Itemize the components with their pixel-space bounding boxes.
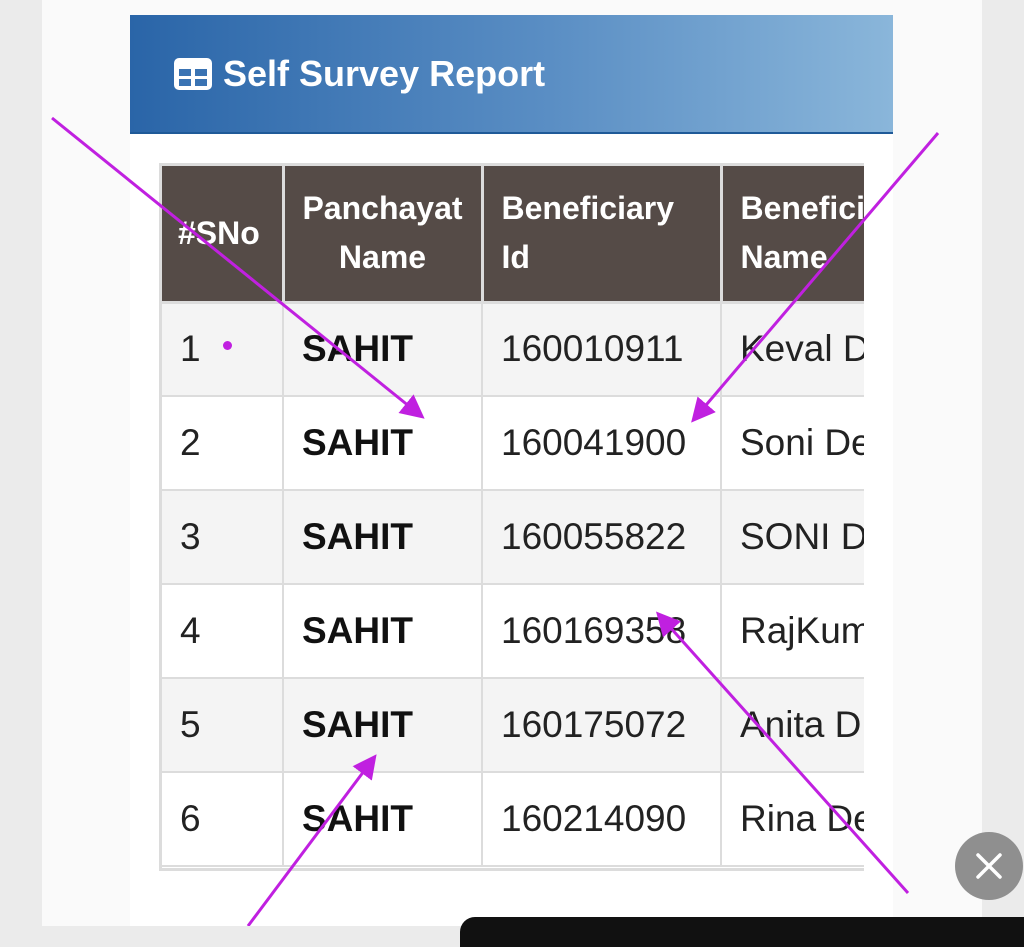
- table-row: 2 SAHIT 160041900 Soni De: [162, 396, 864, 491]
- close-button[interactable]: [955, 832, 1023, 900]
- report-title: Self Survey Report: [223, 53, 546, 94]
- sno-cell: 4: [162, 584, 284, 679]
- bottom-toast-bar: [460, 917, 1024, 947]
- panchayat-cell: SAHIT: [283, 490, 483, 585]
- sno-cell: 6: [162, 772, 284, 867]
- beneficiary-id-cell: 160055822: [482, 490, 722, 585]
- report-header: Self Survey Report: [130, 15, 893, 134]
- beneficiary-id-cell: 160010911: [482, 302, 722, 397]
- annotation-dot: [222, 340, 232, 350]
- panchayat-cell: SAHIT: [283, 302, 483, 397]
- beneficiary-id-cell: 160169358: [482, 584, 722, 679]
- survey-table: #SNo Panchayat Name Beneficiary Id Benef…: [162, 166, 864, 867]
- beneficiary-name-cell: RajKum: [721, 584, 864, 679]
- beneficiary-name-cell: Keval D: [721, 302, 864, 397]
- table-header-row: #SNo Panchayat Name Beneficiary Id Benef…: [162, 166, 864, 304]
- beneficiary-name-cell: Soni De: [721, 396, 864, 491]
- beneficiary-name-cell: Anita D: [721, 678, 864, 773]
- panchayat-cell: SAHIT: [283, 772, 483, 867]
- sno-cell: 1: [162, 302, 284, 397]
- sno-value: 1: [180, 328, 201, 370]
- beneficiary-name-cell: SONI D: [721, 490, 864, 585]
- beneficiary-id-cell: 160214090: [482, 772, 722, 867]
- panchayat-cell: SAHIT: [283, 396, 483, 491]
- close-icon: [976, 853, 1002, 879]
- report-panel: Self Survey Report #SNo Panchayat Name B…: [130, 15, 893, 926]
- sno-cell: 2: [162, 396, 284, 491]
- sno-cell: 3: [162, 490, 284, 585]
- column-header-panchayat-name[interactable]: Panchayat Name: [283, 166, 484, 304]
- column-header-sno[interactable]: #SNo: [162, 166, 285, 304]
- table-row: 1 SAHIT 160010911 Keval D: [162, 302, 864, 397]
- survey-table-container[interactable]: #SNo Panchayat Name Beneficiary Id Benef…: [159, 163, 864, 871]
- sno-cell: 5: [162, 678, 284, 773]
- column-header-beneficiary-name[interactable]: Benefici Name: [721, 166, 864, 304]
- table-row: 3 SAHIT 160055822 SONI D: [162, 490, 864, 585]
- beneficiary-name-cell: Rina De: [721, 772, 864, 867]
- panchayat-cell: SAHIT: [283, 584, 483, 679]
- table-icon: [174, 58, 212, 90]
- table-row: 6 SAHIT 160214090 Rina De: [162, 772, 864, 867]
- column-header-beneficiary-id[interactable]: Beneficiary Id: [482, 166, 723, 304]
- beneficiary-id-cell: 160041900: [482, 396, 722, 491]
- beneficiary-id-cell: 160175072: [482, 678, 722, 773]
- table-row: 5 SAHIT 160175072 Anita D: [162, 678, 864, 773]
- table-row: 4 SAHIT 160169358 RajKum: [162, 584, 864, 679]
- panchayat-cell: SAHIT: [283, 678, 483, 773]
